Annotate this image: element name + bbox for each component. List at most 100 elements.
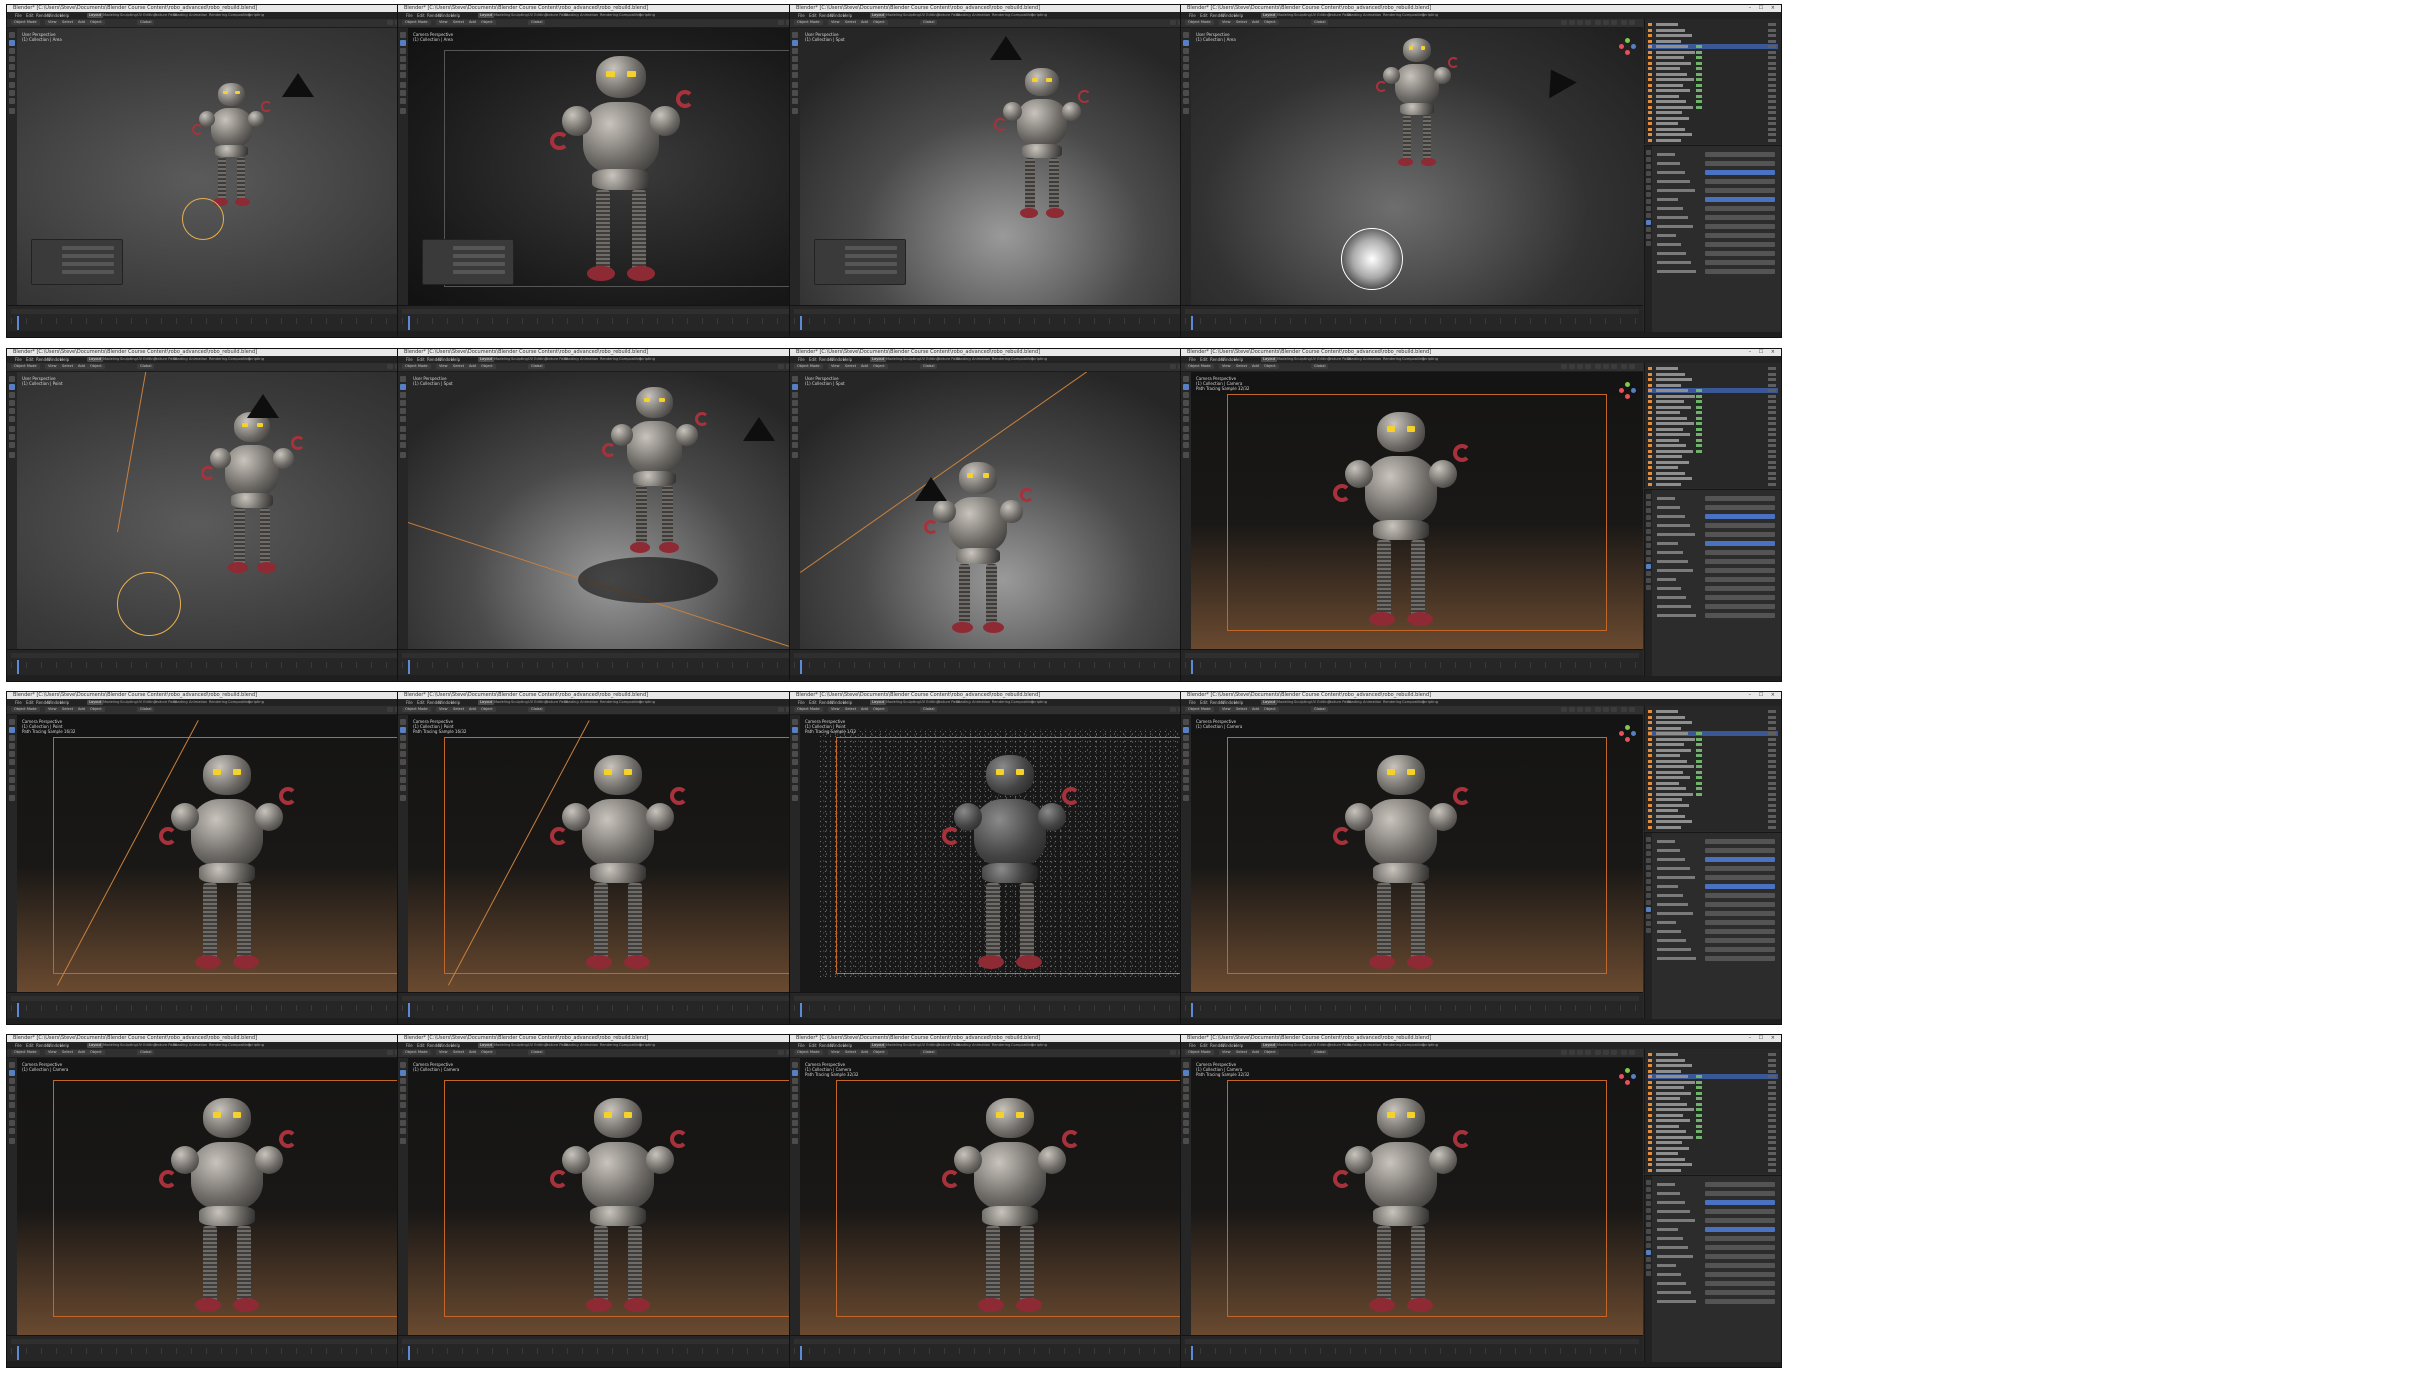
header-orientation[interactable]: Global <box>137 1050 155 1055</box>
header-select[interactable]: Select <box>842 364 860 369</box>
tool-button[interactable] <box>792 400 798 406</box>
outliner-row[interactable] <box>1648 388 1778 393</box>
properties-tab[interactable] <box>1646 1208 1651 1213</box>
tool-button[interactable] <box>1183 426 1189 432</box>
properties-tab[interactable] <box>1646 858 1651 863</box>
property-field[interactable] <box>1705 1299 1775 1304</box>
tool-button[interactable] <box>1183 795 1189 801</box>
header-select[interactable]: Select <box>59 707 77 712</box>
tool-button[interactable] <box>9 751 15 757</box>
playhead[interactable] <box>408 660 410 674</box>
tool-button[interactable] <box>792 442 798 448</box>
tab-scripting[interactable]: Scripting <box>637 1043 657 1048</box>
menu-item-file[interactable]: File <box>1189 699 1196 706</box>
outliner-row[interactable] <box>1648 1162 1778 1167</box>
outliner-row[interactable] <box>1648 427 1778 432</box>
header-select[interactable]: Select <box>842 20 860 25</box>
tool-button[interactable] <box>9 727 15 733</box>
tool-button[interactable] <box>400 400 406 406</box>
tool-button[interactable] <box>400 64 406 70</box>
header-mode[interactable]: Object Mode <box>794 1050 823 1055</box>
header-view[interactable]: View <box>828 707 843 712</box>
property-field[interactable] <box>1705 550 1775 555</box>
header-select[interactable]: Select <box>59 364 77 369</box>
property-field[interactable] <box>1705 233 1775 238</box>
properties-editor[interactable] <box>1644 145 1781 332</box>
outliner-row[interactable] <box>1648 405 1778 410</box>
properties-tab[interactable] <box>1646 550 1651 555</box>
property-field[interactable] <box>1705 1272 1775 1277</box>
properties-tab[interactable] <box>1646 893 1651 898</box>
header-orientation[interactable]: Global <box>137 20 155 25</box>
property-field[interactable] <box>1705 893 1775 898</box>
outliner-row[interactable] <box>1648 121 1778 126</box>
tool-button[interactable] <box>400 442 406 448</box>
header-view[interactable]: View <box>828 1050 843 1055</box>
viewport-shading-button[interactable] <box>1603 364 1609 369</box>
header-orientation[interactable]: Global <box>528 364 546 369</box>
property-field[interactable] <box>1705 920 1775 925</box>
tool-button[interactable] <box>9 48 15 54</box>
viewport-shading-button[interactable] <box>387 707 393 712</box>
header-orientation[interactable]: Global <box>137 364 155 369</box>
tool-button[interactable] <box>792 1078 798 1084</box>
header-view[interactable]: View <box>1219 364 1234 369</box>
tool-button[interactable] <box>792 1120 798 1126</box>
tool-button[interactable] <box>9 1094 15 1100</box>
timeline-editor[interactable] <box>1181 1335 1643 1362</box>
tool-button[interactable] <box>1183 384 1189 390</box>
tool-button[interactable] <box>1183 1120 1189 1126</box>
tool-button[interactable] <box>9 98 15 104</box>
header-select[interactable]: Select <box>450 1050 468 1055</box>
tool-button[interactable] <box>1183 400 1189 406</box>
outliner-row[interactable] <box>1648 1124 1778 1129</box>
properties-tab[interactable] <box>1646 494 1651 499</box>
tool-button[interactable] <box>792 769 798 775</box>
properties-tab[interactable] <box>1646 199 1651 204</box>
tool-button[interactable] <box>1183 82 1189 88</box>
tab-scripting[interactable]: Scripting <box>637 700 657 705</box>
header-select[interactable]: Select <box>842 707 860 712</box>
properties-tab[interactable] <box>1646 1271 1651 1276</box>
viewport-shading-button[interactable] <box>1170 1050 1176 1055</box>
properties-tab[interactable] <box>1646 571 1651 576</box>
properties-tab[interactable] <box>1646 1180 1651 1185</box>
menu-item-edit[interactable]: Edit <box>26 1042 34 1049</box>
outliner-row[interactable] <box>1648 715 1778 720</box>
outliner-row[interactable] <box>1648 819 1778 824</box>
tool-button[interactable] <box>792 408 798 414</box>
outliner-row[interactable] <box>1648 476 1778 481</box>
properties-tab[interactable] <box>1646 844 1651 849</box>
outliner-row[interactable] <box>1648 77 1778 82</box>
property-field[interactable] <box>1705 152 1775 157</box>
outliner-row[interactable] <box>1648 83 1778 88</box>
viewport-shading-button[interactable] <box>1585 20 1591 25</box>
outliner-row[interactable] <box>1648 372 1778 377</box>
viewport-3d[interactable]: Camera Perspective (1) Collection | Came… <box>1191 715 1643 992</box>
menu-item-file[interactable]: File <box>15 356 22 363</box>
playhead[interactable] <box>408 1003 410 1017</box>
menu-item-help[interactable]: Help <box>1234 12 1243 19</box>
tool-button[interactable] <box>792 785 798 791</box>
outliner-row[interactable] <box>1648 432 1778 437</box>
tab-animation[interactable]: Animation <box>578 13 600 18</box>
tool-button[interactable] <box>1183 727 1189 733</box>
tool-button[interactable] <box>792 384 798 390</box>
header-view[interactable]: View <box>45 364 60 369</box>
tool-button[interactable] <box>9 452 15 458</box>
header-orientation[interactable]: Global <box>137 707 155 712</box>
tool-button[interactable] <box>792 1138 798 1144</box>
tool-button[interactable] <box>9 1070 15 1076</box>
header-view[interactable]: View <box>828 20 843 25</box>
header-mode[interactable]: Object Mode <box>794 364 823 369</box>
viewport-shading-button[interactable] <box>1561 364 1567 369</box>
tool-button[interactable] <box>9 743 15 749</box>
property-field[interactable] <box>1705 251 1775 256</box>
tool-button[interactable] <box>9 384 15 390</box>
tab-animation[interactable]: Animation <box>578 1043 600 1048</box>
header-object[interactable]: Object <box>870 20 888 25</box>
tool-button[interactable] <box>400 32 406 38</box>
viewport-shading-button[interactable] <box>1577 707 1583 712</box>
properties-tab[interactable] <box>1646 851 1651 856</box>
outliner-row[interactable] <box>1648 726 1778 731</box>
